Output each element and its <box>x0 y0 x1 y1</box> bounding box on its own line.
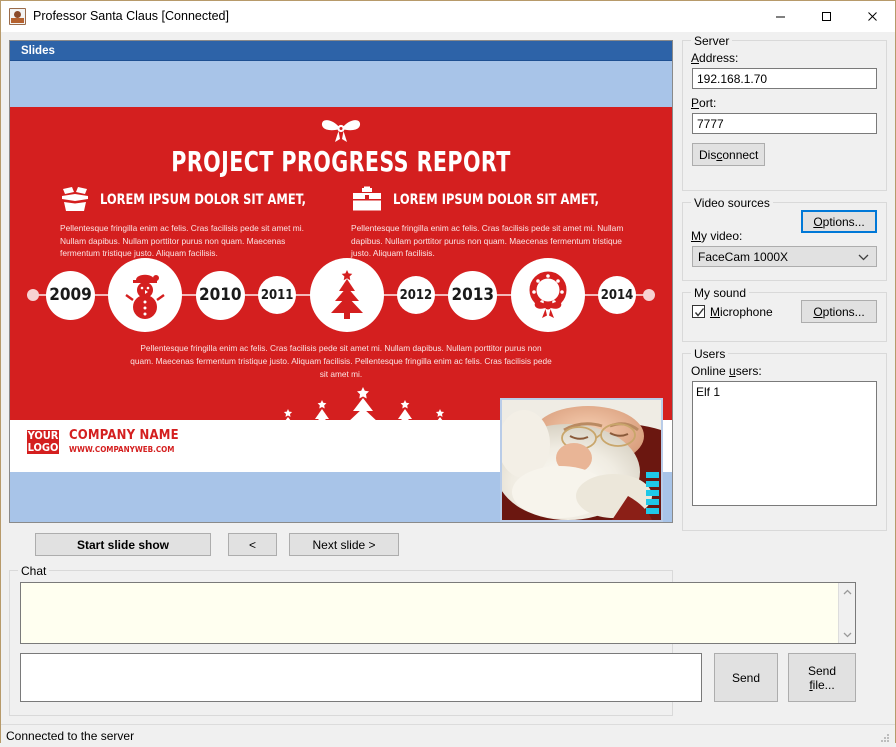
chat-log[interactable] <box>20 582 856 644</box>
slide-controls: Start slide show < Next slide > <box>9 533 673 556</box>
timeline-year-2010: 2010 <box>196 271 245 320</box>
briefcase-icon <box>351 186 383 215</box>
slide-column-left-header: LOREM IPSUM DOLOR SIT AMET, <box>60 185 319 215</box>
company-name: COMPANY NAME <box>69 429 179 443</box>
server-port-input[interactable]: 7777 <box>692 113 877 134</box>
scroll-down-icon[interactable] <box>843 627 852 641</box>
christmas-trees-icon <box>260 387 475 454</box>
sound-options-label: Options... <box>813 305 864 319</box>
video-sources-group: Video sources Options... My video: FaceC… <box>682 202 887 281</box>
send-button[interactable]: Send <box>714 653 778 702</box>
slide-column-left: LOREM IPSUM DOLOR SIT AMET, Pellentesque… <box>10 185 341 260</box>
next-slide-button[interactable]: Next slide > <box>289 533 399 556</box>
users-group: Users Online users: Elf 1 <box>682 353 887 531</box>
my-sound-group: My sound Microphone Options... <box>682 292 887 342</box>
timeline-year-2013: 2013 <box>448 271 497 320</box>
video-device-select[interactable]: FaceCam 1000X <box>692 246 877 267</box>
slide-column-right-heading: LOREM IPSUM DOLOR SIT AMET, <box>393 192 599 208</box>
timeline-nodes: 2009 <box>46 255 636 335</box>
previous-slide-button[interactable]: < <box>228 533 277 556</box>
send-file-button[interactable]: Send file... <box>788 653 856 702</box>
snowman-icon <box>108 258 182 332</box>
open-box-icon <box>60 186 90 215</box>
slide-columns: LOREM IPSUM DOLOR SIT AMET, Pellentesque… <box>10 185 672 260</box>
bow-icon <box>319 115 363 146</box>
timeline-year-2014: 2014 <box>598 276 636 314</box>
company-website: WWW.COMPANYWEB.COM <box>69 445 179 455</box>
slide-stage: PROJECT PROGRESS REPORT <box>10 62 672 522</box>
company-logo: YOUR LOGO COMPANY NAME WWW.COMPANYWEB.CO… <box>26 429 179 455</box>
online-users-list[interactable]: Elf 1 <box>692 381 877 506</box>
minimize-icon[interactable] <box>757 1 803 31</box>
server-legend: Server <box>691 34 732 48</box>
status-text: Connected to the server <box>6 729 134 743</box>
video-options-label: Options... <box>813 215 864 229</box>
start-slide-show-button[interactable]: Start slide show <box>35 533 211 556</box>
timeline-year-2012: 2012 <box>397 276 435 314</box>
microphone-checkbox[interactable] <box>692 305 705 318</box>
your-logo-box: YOUR LOGO <box>26 429 60 455</box>
slide-bottom-text: Pellentesque fringilla enim ac felis. Cr… <box>10 342 672 381</box>
timeline-year-2009: 2009 <box>46 271 95 320</box>
video-device-value: FaceCam 1000X <box>698 250 788 264</box>
slide-timeline: 2009 <box>10 255 672 335</box>
slide-column-right: LOREM IPSUM DOLOR SIT AMET, Pellentesque… <box>341 185 672 260</box>
maximize-icon[interactable] <box>803 1 849 31</box>
company-text: COMPANY NAME WWW.COMPANYWEB.COM <box>69 429 179 454</box>
logo-line-2: LOGO <box>28 442 59 454</box>
slides-panel[interactable]: Slides <box>9 40 673 523</box>
users-legend: Users <box>691 347 728 361</box>
chat-input-row: Send Send file... <box>20 653 856 702</box>
video-options-button[interactable]: Options... <box>801 210 877 233</box>
resize-grip-icon[interactable] <box>879 732 891 744</box>
podium-speaker-icon <box>9 8 26 25</box>
timeline-end-dot <box>643 289 655 301</box>
title-bar: Professor Santa Claus [Connected] <box>1 1 895 32</box>
christmas-tree-icon <box>310 258 384 332</box>
audio-level-meter <box>646 472 659 514</box>
slide-title: PROJECT PROGRESS REPORT <box>70 145 613 178</box>
video-sources-legend: Video sources <box>691 196 773 210</box>
disconnect-label: Disconnect <box>699 148 758 162</box>
list-item[interactable]: Elf 1 <box>696 385 876 399</box>
chat-group: Chat Send Se <box>9 570 673 716</box>
window-buttons <box>757 1 895 31</box>
status-bar: Connected to the server <box>1 724 895 747</box>
app-window: Professor Santa Claus [Connected] Slides <box>0 0 896 743</box>
wreath-icon <box>511 258 585 332</box>
slides-panel-header: Slides <box>10 41 672 61</box>
server-address-input[interactable]: 192.168.1.70 <box>692 68 877 89</box>
timeline-start-dot <box>27 289 39 301</box>
chat-log-scrollbar[interactable] <box>838 583 855 643</box>
left-column: Slides <box>9 40 673 716</box>
slide-column-left-heading: LOREM IPSUM DOLOR SIT AMET, <box>100 192 306 208</box>
chat-legend: Chat <box>18 564 49 578</box>
timeline-year-2011: 2011 <box>258 276 296 314</box>
window-title: Professor Santa Claus [Connected] <box>33 9 757 23</box>
santa-webcam-video[interactable] <box>500 398 663 522</box>
chat-message-input[interactable] <box>20 653 702 702</box>
microphone-label: Microphone <box>710 305 773 319</box>
send-file-label: Send file... <box>795 664 849 692</box>
main-content: Slides <box>1 32 895 724</box>
port-label: Port: <box>691 96 886 110</box>
my-sound-legend: My sound <box>691 286 749 300</box>
microphone-row: Microphone Options... <box>692 300 877 323</box>
disconnect-button[interactable]: Disconnect <box>692 143 765 166</box>
sound-options-button[interactable]: Options... <box>801 300 877 323</box>
server-group: Server Address: 192.168.1.70 Port: 7777 … <box>682 40 887 191</box>
close-icon[interactable] <box>849 1 895 31</box>
scroll-up-icon[interactable] <box>843 585 852 599</box>
chevron-down-icon[interactable] <box>858 251 869 265</box>
slide-column-right-header: LOREM IPSUM DOLOR SIT AMET, <box>351 185 624 215</box>
